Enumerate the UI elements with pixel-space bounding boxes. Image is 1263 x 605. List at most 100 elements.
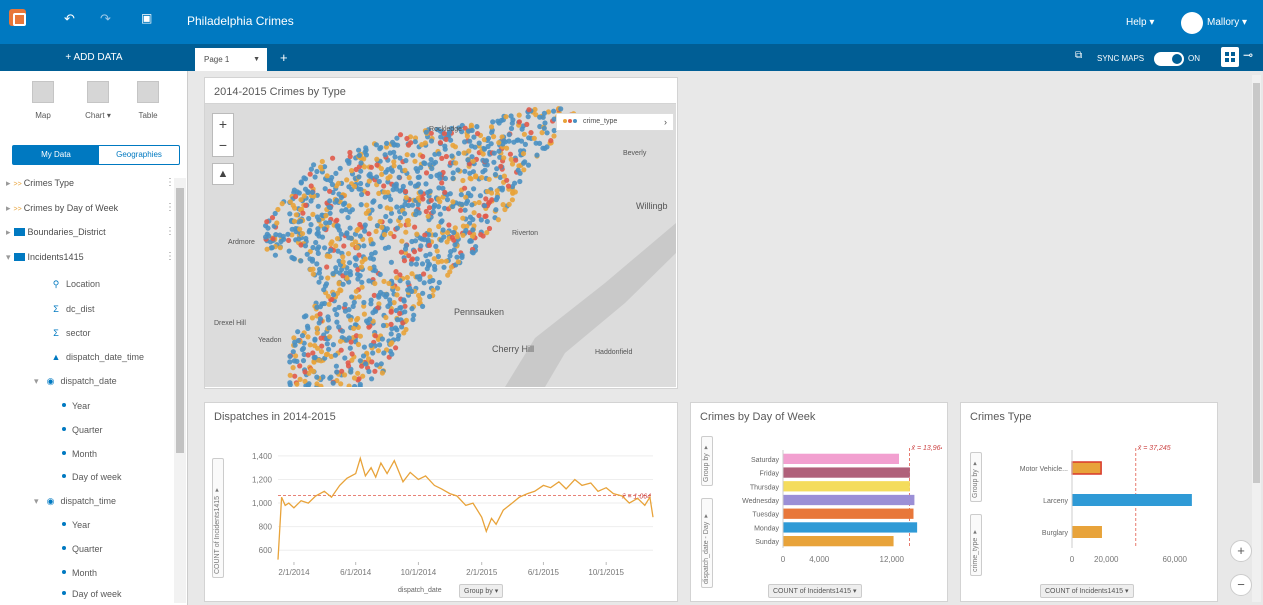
field-sector[interactable]: Σsector — [50, 328, 90, 338]
bar[interactable] — [783, 467, 910, 478]
map-legend[interactable]: crime_type › — [556, 113, 674, 131]
add-page-button[interactable]: + — [280, 50, 288, 65]
sync-maps-toggle[interactable] — [1154, 52, 1184, 66]
dataset-item-crimes-by-day[interactable]: ▸ >> Crimes by Day of Week — [6, 203, 118, 219]
map-tool-label: Map — [35, 111, 51, 120]
x-axis-field-dropdown[interactable]: COUNT of Incidents1415 ▾ — [1040, 584, 1134, 598]
crimes-type-bar-chart[interactable]: x̄ = 37,245 Motor Vehicle... Larceny Burgla… — [984, 440, 1212, 575]
y-axis-field-dropdown[interactable]: dispatch_date - Day ▾ — [701, 498, 713, 588]
y-axis-field-dropdown[interactable]: COUNT of Incidents1415 ▾ — [212, 458, 224, 578]
map-canvas[interactable] — [205, 103, 676, 387]
page-zoom-out-button[interactable]: − — [1230, 574, 1252, 596]
app-logo-icon[interactable] — [9, 9, 26, 26]
chart-tool[interactable]: Chart ▾ — [78, 81, 118, 120]
subfield-quarter[interactable]: Quarter — [62, 425, 103, 435]
group-by-dropdown[interactable]: Group by ▾ — [970, 452, 982, 502]
map-place-label: Yeadon — [258, 337, 282, 344]
table-tool[interactable]: Table — [128, 81, 168, 120]
bar[interactable] — [783, 481, 910, 492]
bar[interactable] — [1072, 494, 1192, 506]
user-menu[interactable]: Mallory ▾ — [1207, 17, 1247, 28]
crime-point — [344, 177, 350, 183]
field-dc-dist[interactable]: Σdc_dist — [50, 304, 94, 314]
bar[interactable] — [783, 494, 915, 506]
crime-point — [423, 181, 429, 187]
dataset-item-incidents[interactable]: ▾ Incidents1415 — [6, 252, 84, 268]
zoom-control[interactable]: + − — [212, 113, 234, 157]
undo-icon[interactable]: ↶ — [64, 11, 75, 27]
page-zoom-in-button[interactable]: + — [1230, 540, 1252, 562]
group-by-dropdown[interactable]: Group by ▾ — [701, 436, 713, 486]
help-menu[interactable]: Help ▾ — [1126, 17, 1154, 28]
line-chart[interactable]: 600 800 1,000 1,200 1,400 2/1/2014 6/1/2014 10/… — [228, 440, 668, 585]
map-place-label: Pennsauken — [454, 307, 505, 317]
crime-point — [334, 223, 340, 229]
collapse-icon[interactable]: ▾ — [6, 252, 11, 262]
crime-point — [496, 148, 502, 154]
scrollbar-thumb[interactable] — [176, 188, 184, 453]
crime-point — [388, 259, 394, 265]
grid-layout-icon[interactable] — [1221, 47, 1239, 67]
collapse-icon[interactable]: ▾ — [34, 496, 39, 506]
expand-icon[interactable]: ▸ — [6, 178, 11, 188]
group-by-dropdown[interactable]: Group by ▾ — [459, 584, 504, 598]
data-flow-icon[interactable]: ⊸ — [1243, 48, 1253, 62]
crime-point — [373, 308, 379, 314]
field-dispatch-date-time[interactable]: ▲ dispatch_date_time — [50, 352, 145, 362]
crime-point — [541, 110, 547, 116]
zoom-in-icon[interactable]: + — [213, 114, 233, 135]
map-view[interactable] — [205, 103, 676, 387]
tab-my-data[interactable]: My Data — [13, 146, 99, 164]
avatar[interactable] — [1181, 12, 1203, 34]
x-axis-field-dropdown[interactable]: COUNT of Incidents1415 ▾ — [768, 584, 862, 598]
heat-map-icon[interactable]: ▲ — [212, 163, 234, 185]
field-dispatch-time[interactable]: ▾ ◉ dispatch_time — [34, 496, 116, 507]
collapse-icon[interactable]: ▾ — [34, 376, 39, 386]
crime-point — [292, 342, 298, 348]
day-of-week-bar-chart[interactable]: x̄ = 13,964 Saturday Friday Thursday Wednesd… — [716, 440, 942, 575]
expand-icon[interactable]: ▸ — [6, 227, 11, 237]
subfield-day-of-week[interactable]: Day of week — [62, 589, 122, 599]
field-location[interactable]: ⚲ Location — [50, 279, 100, 290]
bar[interactable] — [783, 508, 914, 519]
crime-point — [388, 341, 394, 347]
save-icon[interactable]: ▣ — [141, 11, 152, 25]
bar[interactable] — [783, 453, 899, 464]
subfield-month[interactable]: Month — [62, 449, 97, 459]
subfield-day-of-week[interactable]: Day of week — [62, 472, 122, 482]
subfield-year[interactable]: Year — [62, 401, 90, 411]
y-axis-field-dropdown[interactable]: crime_type ▾ — [970, 514, 982, 576]
subfield-year[interactable]: Year — [62, 520, 90, 530]
dataset-item-crimes-type[interactable]: ▸ >> Crimes Type — [6, 178, 74, 194]
bar[interactable] — [783, 522, 918, 533]
crime-point — [354, 244, 360, 251]
scrollbar-thumb[interactable] — [1253, 83, 1260, 483]
add-data-button[interactable]: + ADD DATA — [0, 44, 188, 71]
field-dispatch-date[interactable]: ▾ ◉ dispatch_date — [34, 376, 117, 387]
tab-geographies[interactable]: Geographies — [99, 146, 179, 164]
redo-icon[interactable]: ↷ — [100, 11, 111, 27]
dataset-item-boundaries[interactable]: ▸ Boundaries_District — [6, 227, 106, 243]
chevron-down-icon[interactable]: ▼ — [253, 48, 260, 71]
crime-point — [366, 178, 372, 184]
bar[interactable] — [1071, 461, 1102, 475]
crime-point — [394, 225, 400, 231]
subfield-month[interactable]: Month — [62, 568, 97, 578]
expand-icon[interactable]: ▸ — [6, 203, 11, 213]
crime-point — [432, 232, 438, 238]
bar[interactable] — [783, 536, 894, 547]
map-tool[interactable]: Map — [23, 81, 63, 120]
crime-point — [311, 162, 317, 168]
legend-expand-icon[interactable]: › — [664, 114, 667, 130]
page-scrollbar[interactable] — [1252, 75, 1261, 602]
tab-page-1[interactable]: Page 1 ▼ — [195, 48, 267, 71]
duplicate-icon[interactable]: ⧉ — [1075, 50, 1082, 61]
crime-point — [408, 140, 414, 146]
data-pane-scrollbar[interactable] — [174, 178, 186, 603]
bar[interactable] — [1072, 526, 1102, 538]
subfield-quarter[interactable]: Quarter — [62, 544, 103, 554]
crime-point — [508, 113, 514, 119]
series-line[interactable] — [277, 456, 654, 560]
zoom-out-icon[interactable]: − — [213, 135, 233, 156]
crime-point — [323, 281, 330, 287]
